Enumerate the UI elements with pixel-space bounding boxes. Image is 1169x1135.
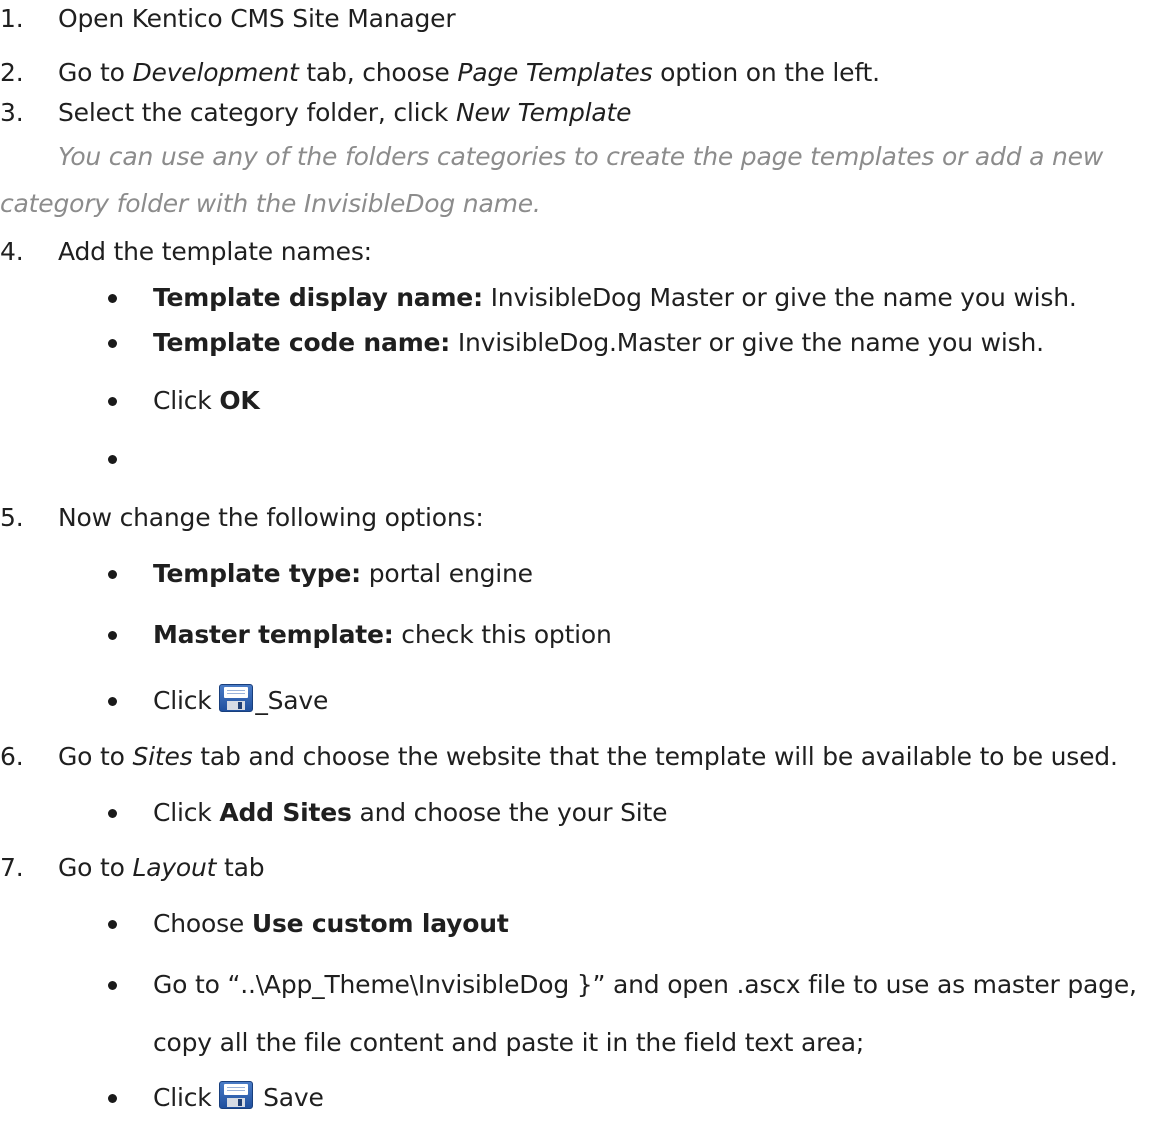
bullet-icon xyxy=(108,697,117,706)
bullet-icon xyxy=(108,339,117,348)
instruction-document: 1. Open Kentico CMS Site Manager 2. Go t… xyxy=(0,0,1169,1135)
bullet-icon xyxy=(108,920,117,929)
tab-name-sites: Sites xyxy=(132,742,193,771)
step-5: 5. Now change the following options: xyxy=(0,500,484,536)
step-7: 7. Go to Layout tab xyxy=(0,850,265,886)
step-3-note-line-2: category folder with the InvisibleDog na… xyxy=(0,189,541,218)
step-text: Open Kentico CMS Site Manager xyxy=(58,4,456,33)
step-text: Now change the following options: xyxy=(58,503,484,532)
bullet-icon xyxy=(108,981,117,990)
bullet-copy-ascx-line-1: Go to “..\App_Theme\InvisibleDog }” and … xyxy=(153,970,1137,999)
step-3-note-line-1: You can use any of the folders categorie… xyxy=(58,142,1104,171)
button-name-new-template: New Template xyxy=(455,98,632,127)
bullet-click-save-2: Click Save xyxy=(153,1081,324,1112)
tab-name-layout: Layout xyxy=(132,853,217,882)
step-number: 2. xyxy=(0,58,24,87)
bullet-copy-ascx-line-2: copy all the file content and paste it i… xyxy=(153,1028,865,1057)
bullet-add-sites: Click Add Sites and choose the your Site xyxy=(153,798,668,827)
bullet-click-ok: Click OK xyxy=(153,386,260,415)
bullet-template-display-name: Template display name: InvisibleDog Mast… xyxy=(153,283,1077,312)
step-4: 4. Add the template names: xyxy=(0,234,372,270)
bullet-click-save: Click _Save xyxy=(153,684,329,715)
bullet-icon xyxy=(108,570,117,579)
step-2: 2. Go to Development tab, choose Page Te… xyxy=(0,55,880,91)
bullet-master-template: Master template: check this option xyxy=(153,620,612,649)
step-number: 1. xyxy=(0,4,24,33)
save-icon xyxy=(219,1081,254,1109)
bullet-icon xyxy=(108,397,117,406)
bullet-use-custom-layout: Choose Use custom layout xyxy=(153,909,509,938)
bullet-icon xyxy=(108,631,117,640)
step-number: 7. xyxy=(0,853,24,882)
step-text: Go to Sites tab and choose the website t… xyxy=(58,742,1118,771)
bullet-template-type: Template type: portal engine xyxy=(153,559,533,588)
step-number: 4. xyxy=(0,237,24,266)
bullet-icon xyxy=(108,294,117,303)
step-3: 3. Select the category folder, click New… xyxy=(0,95,631,131)
step-text: Go to Layout tab xyxy=(58,853,265,882)
bullet-template-code-name: Template code name: InvisibleDog.Master … xyxy=(153,328,1044,357)
bullet-icon xyxy=(108,1094,117,1103)
step-number: 6. xyxy=(0,742,24,771)
step-6: 6. Go to Sites tab and choose the websit… xyxy=(0,739,1118,775)
step-text: Select the category folder, click New Te… xyxy=(58,98,632,127)
step-number: 3. xyxy=(0,98,24,127)
bullet-icon xyxy=(108,809,117,818)
step-text: Go to Development tab, choose Page Templ… xyxy=(58,58,880,87)
step-1: 1. Open Kentico CMS Site Manager xyxy=(0,1,456,37)
save-icon xyxy=(219,684,254,712)
step-number: 5. xyxy=(0,503,24,532)
option-page-templates: Page Templates xyxy=(457,58,653,87)
tab-name-development: Development xyxy=(132,58,299,87)
bullet-icon xyxy=(108,455,117,464)
step-text: Add the template names: xyxy=(58,237,372,266)
